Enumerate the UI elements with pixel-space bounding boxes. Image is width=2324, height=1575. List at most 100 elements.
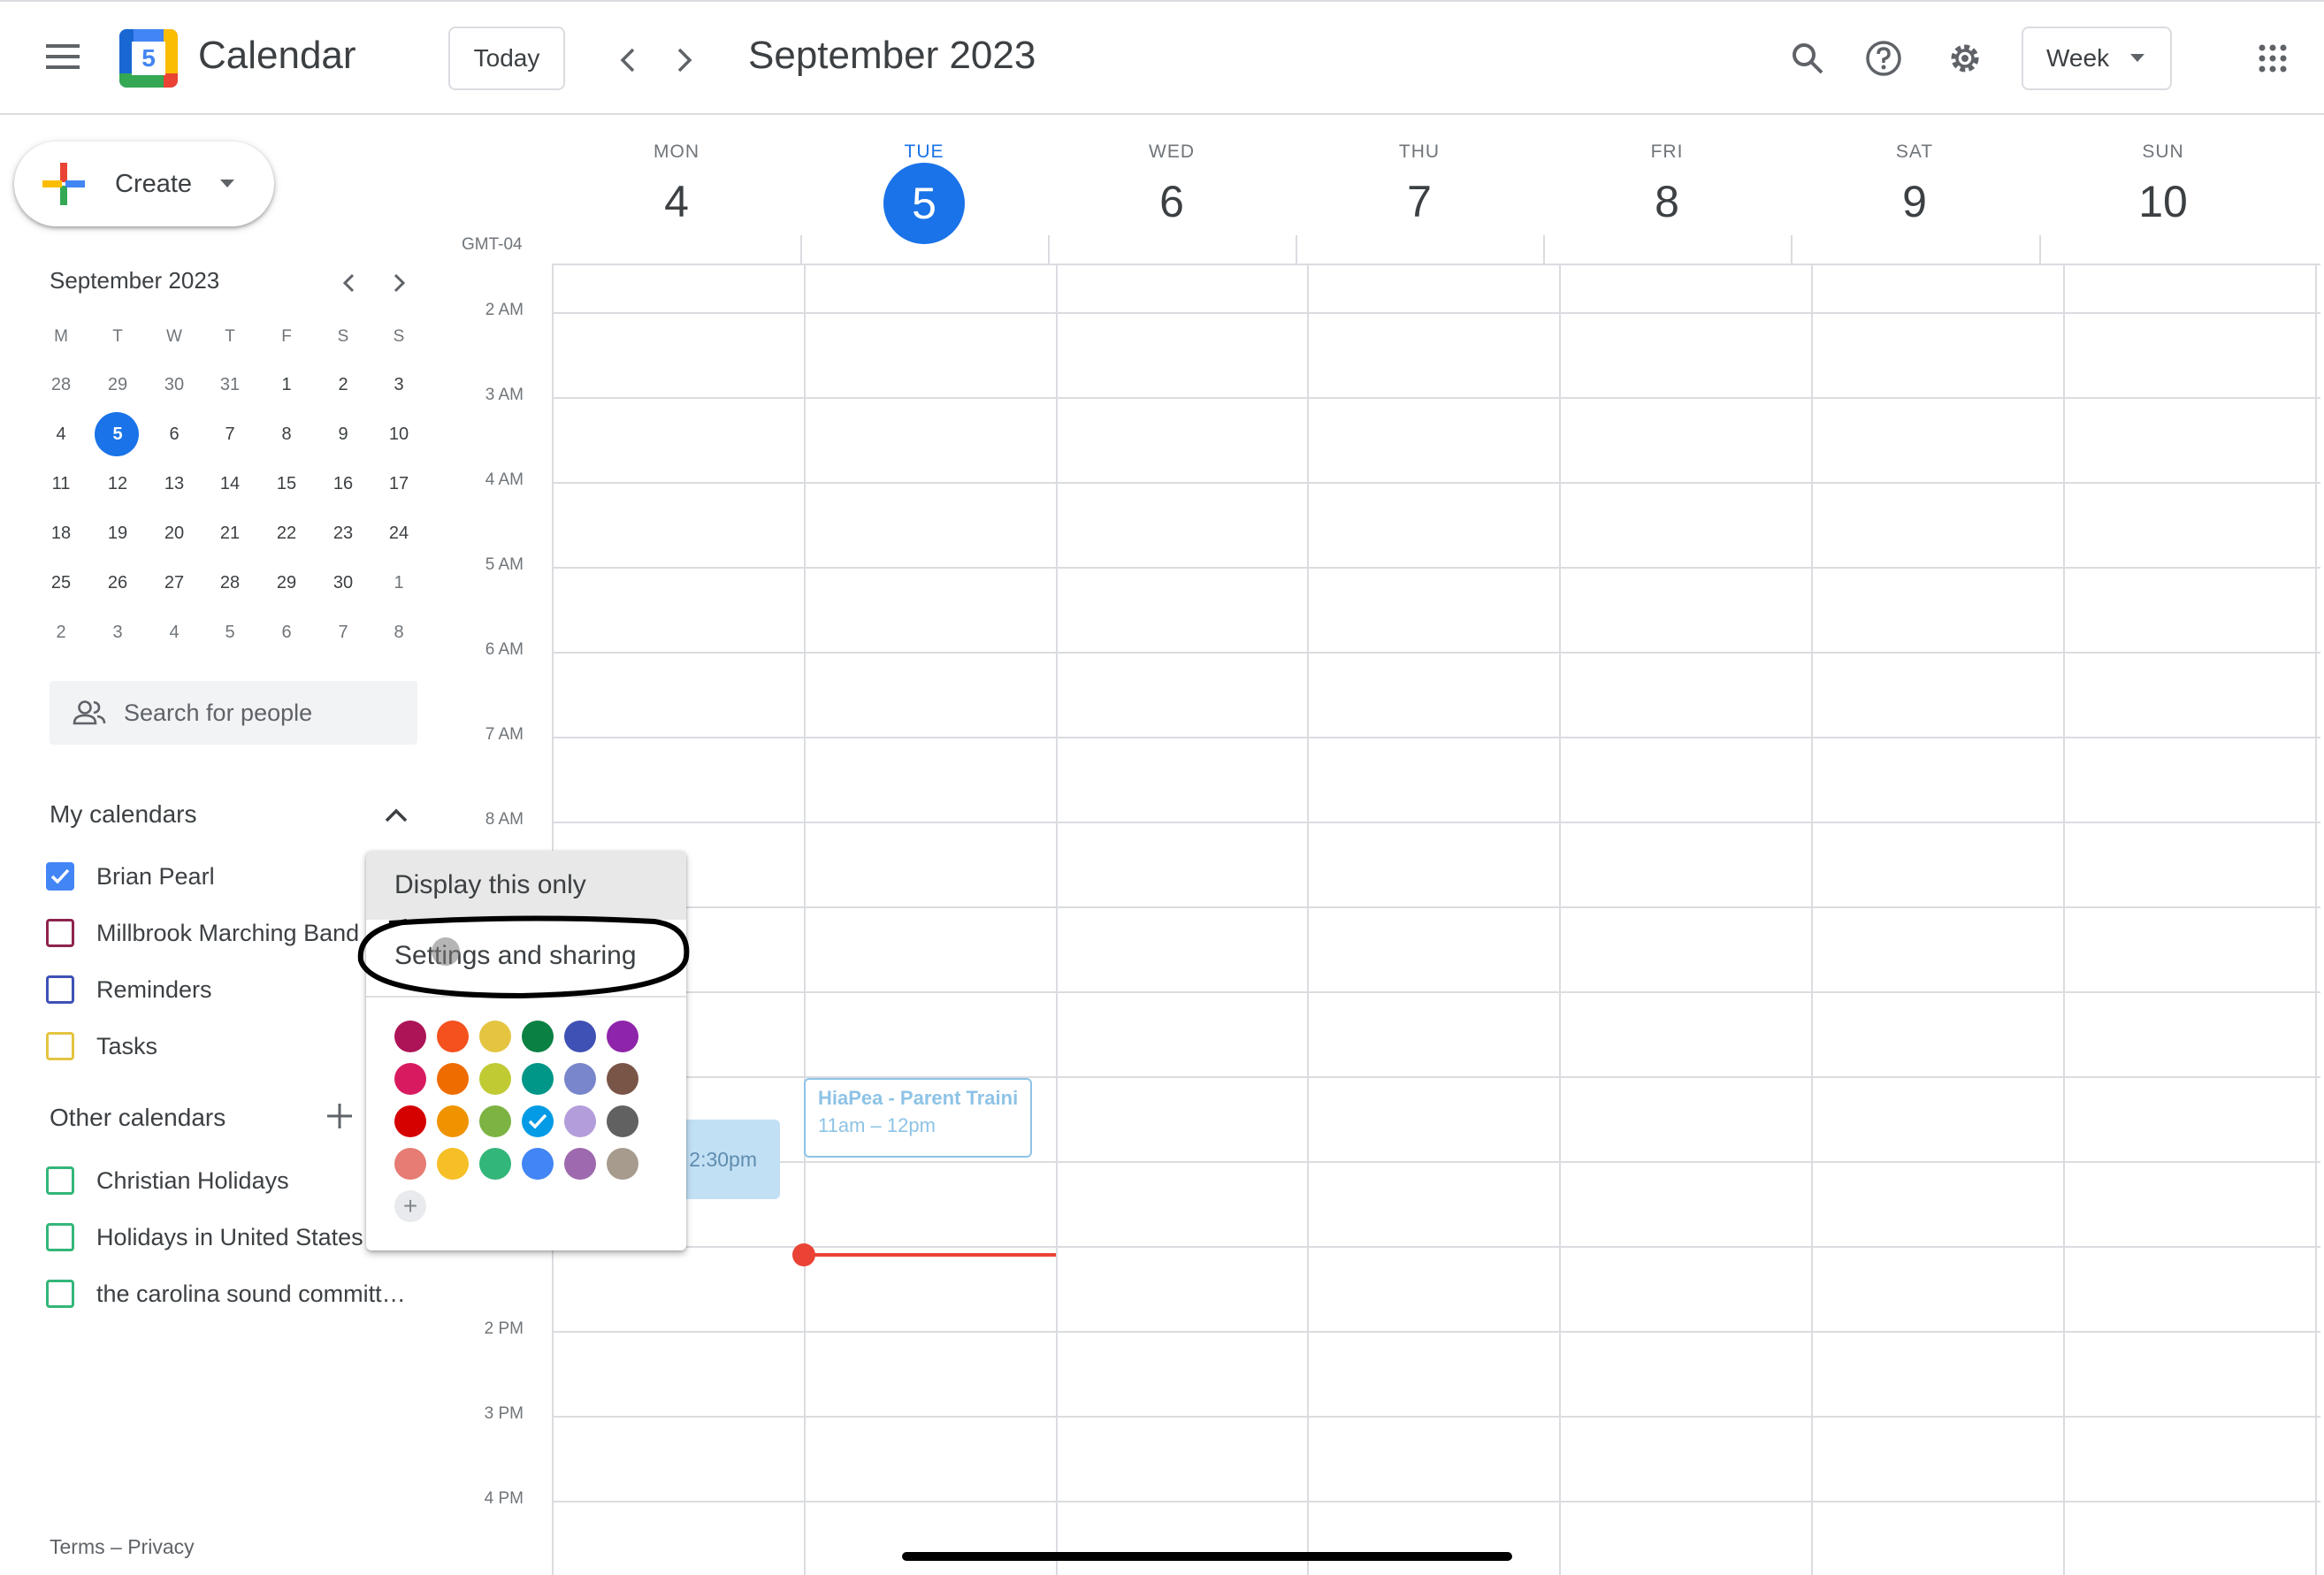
- day-number[interactable]: 4: [553, 175, 800, 228]
- mini-calendar-day[interactable]: 13: [146, 462, 203, 506]
- mini-calendar-day[interactable]: 22: [258, 511, 315, 555]
- calendar-logo[interactable]: 5: [119, 29, 178, 88]
- terms-link[interactable]: Terms: [50, 1535, 105, 1558]
- color-swatch[interactable]: [394, 1021, 426, 1052]
- mini-calendar-day[interactable]: 19: [89, 511, 146, 555]
- mini-calendar-day[interactable]: 29: [258, 561, 315, 605]
- mini-calendar-day[interactable]: 26: [89, 561, 146, 605]
- mini-calendar-day[interactable]: 4: [146, 610, 203, 654]
- color-swatch[interactable]: [522, 1105, 554, 1137]
- mini-calendar-day[interactable]: 18: [33, 511, 89, 555]
- color-swatch[interactable]: [479, 1063, 511, 1095]
- mini-calendar-day[interactable]: 5: [202, 610, 258, 654]
- day-header[interactable]: WED 6: [1048, 141, 1296, 228]
- color-swatch[interactable]: [479, 1105, 511, 1137]
- color-swatch[interactable]: [564, 1021, 596, 1052]
- mini-calendar-day[interactable]: 11: [33, 462, 89, 506]
- color-swatch[interactable]: [564, 1148, 596, 1180]
- calendar-checkbox[interactable]: [46, 1166, 74, 1195]
- calendar-checkbox[interactable]: [46, 1223, 74, 1251]
- mini-calendar-day[interactable]: 24: [371, 511, 427, 555]
- color-swatch[interactable]: [607, 1021, 638, 1052]
- calendar-list-item[interactable]: Reminders: [46, 967, 212, 1012]
- mini-calendar-day[interactable]: 6: [258, 610, 315, 654]
- mini-calendar-day[interactable]: 21: [202, 511, 258, 555]
- apps-grid-icon[interactable]: [2246, 32, 2299, 85]
- mini-calendar-day[interactable]: 27: [146, 561, 203, 605]
- color-swatch[interactable]: [607, 1063, 638, 1095]
- add-custom-color-button[interactable]: +: [394, 1190, 426, 1222]
- mini-calendar-day[interactable]: 10: [371, 412, 427, 456]
- day-header[interactable]: FRI 8: [1543, 141, 1791, 228]
- mini-calendar-day[interactable]: 5: [89, 412, 146, 456]
- today-button[interactable]: Today: [448, 27, 565, 90]
- day-number[interactable]: 8: [1543, 175, 1791, 228]
- mini-calendar-day[interactable]: 2: [315, 363, 371, 407]
- mini-calendar-day[interactable]: 20: [146, 511, 203, 555]
- day-number[interactable]: 9: [1791, 175, 2038, 228]
- mini-calendar-day[interactable]: 30: [146, 363, 203, 407]
- day-header[interactable]: THU 7: [1296, 141, 1543, 228]
- day-number[interactable]: 6: [1048, 175, 1296, 228]
- mini-prev-month-icon[interactable]: [331, 265, 366, 301]
- calendar-checkbox[interactable]: [46, 862, 74, 891]
- color-swatch[interactable]: [394, 1063, 426, 1095]
- create-button[interactable]: Create: [14, 141, 274, 226]
- color-swatch[interactable]: [437, 1105, 469, 1137]
- mini-calendar-day[interactable]: 30: [315, 561, 371, 605]
- day-header[interactable]: MON 4: [553, 141, 800, 228]
- other-calendars-title[interactable]: Other calendars: [50, 1104, 226, 1132]
- color-swatch[interactable]: [607, 1105, 638, 1137]
- search-people-field[interactable]: Search for people: [50, 681, 417, 745]
- day-header[interactable]: SAT 9: [1791, 141, 2038, 228]
- previous-week-icon[interactable]: [601, 34, 654, 87]
- calendar-checkbox[interactable]: [46, 919, 74, 947]
- mini-next-month-icon[interactable]: [382, 265, 417, 301]
- event-block[interactable]: HiaPea - Parent Traini 11am – 12pm: [804, 1078, 1032, 1158]
- color-swatch[interactable]: [479, 1021, 511, 1052]
- mini-calendar-day[interactable]: 14: [202, 462, 258, 506]
- color-swatch[interactable]: [394, 1105, 426, 1137]
- help-icon[interactable]: [1857, 32, 1910, 85]
- calendar-list-item[interactable]: Millbrook Marching Band: [46, 911, 359, 955]
- view-switcher-dropdown[interactable]: Week: [2022, 27, 2172, 90]
- privacy-link[interactable]: Privacy: [127, 1535, 194, 1558]
- collapse-chevron-up-icon[interactable]: [377, 796, 416, 835]
- color-swatch[interactable]: [564, 1063, 596, 1095]
- mini-calendar-day[interactable]: 29: [89, 363, 146, 407]
- mini-calendar-day[interactable]: 6: [146, 412, 203, 456]
- mini-calendar-day[interactable]: 25: [33, 561, 89, 605]
- calendar-list-item[interactable]: Holidays in United States: [46, 1215, 363, 1259]
- color-swatch[interactable]: [522, 1063, 554, 1095]
- day-number[interactable]: 10: [2039, 175, 2287, 228]
- mini-calendar-day[interactable]: 9: [315, 412, 371, 456]
- mini-calendar-day[interactable]: 12: [89, 462, 146, 506]
- color-swatch[interactable]: [607, 1148, 638, 1180]
- mini-calendar-day[interactable]: 23: [315, 511, 371, 555]
- calendar-checkbox[interactable]: [46, 1032, 74, 1060]
- mini-calendar-day[interactable]: 28: [202, 561, 258, 605]
- search-icon[interactable]: [1781, 32, 1834, 85]
- mini-calendar-day[interactable]: 3: [89, 610, 146, 654]
- calendar-list-item[interactable]: Brian Pearl: [46, 854, 215, 898]
- settings-gear-icon[interactable]: [1938, 32, 1991, 85]
- main-menu-icon[interactable]: [35, 28, 92, 85]
- color-swatch[interactable]: [437, 1021, 469, 1052]
- mini-calendar-day[interactable]: 28: [33, 363, 89, 407]
- color-swatch[interactable]: [522, 1021, 554, 1052]
- mini-calendar-day[interactable]: 16: [315, 462, 371, 506]
- mini-calendar-day[interactable]: 1: [258, 363, 315, 407]
- mini-calendar-day[interactable]: 7: [315, 610, 371, 654]
- day-header[interactable]: TUE 5: [800, 141, 1048, 244]
- mini-calendar-day[interactable]: 15: [258, 462, 315, 506]
- color-swatch[interactable]: [437, 1148, 469, 1180]
- color-swatch[interactable]: [394, 1148, 426, 1180]
- display-this-only-option[interactable]: Display this only: [366, 851, 686, 920]
- mini-calendar-day[interactable]: 2: [33, 610, 89, 654]
- color-swatch[interactable]: [522, 1148, 554, 1180]
- mini-calendar-day[interactable]: 3: [371, 363, 427, 407]
- add-other-calendar-icon[interactable]: [322, 1098, 357, 1134]
- calendar-list-item[interactable]: Tasks: [46, 1024, 157, 1068]
- my-calendars-title[interactable]: My calendars: [50, 800, 197, 829]
- calendar-checkbox[interactable]: [46, 975, 74, 1004]
